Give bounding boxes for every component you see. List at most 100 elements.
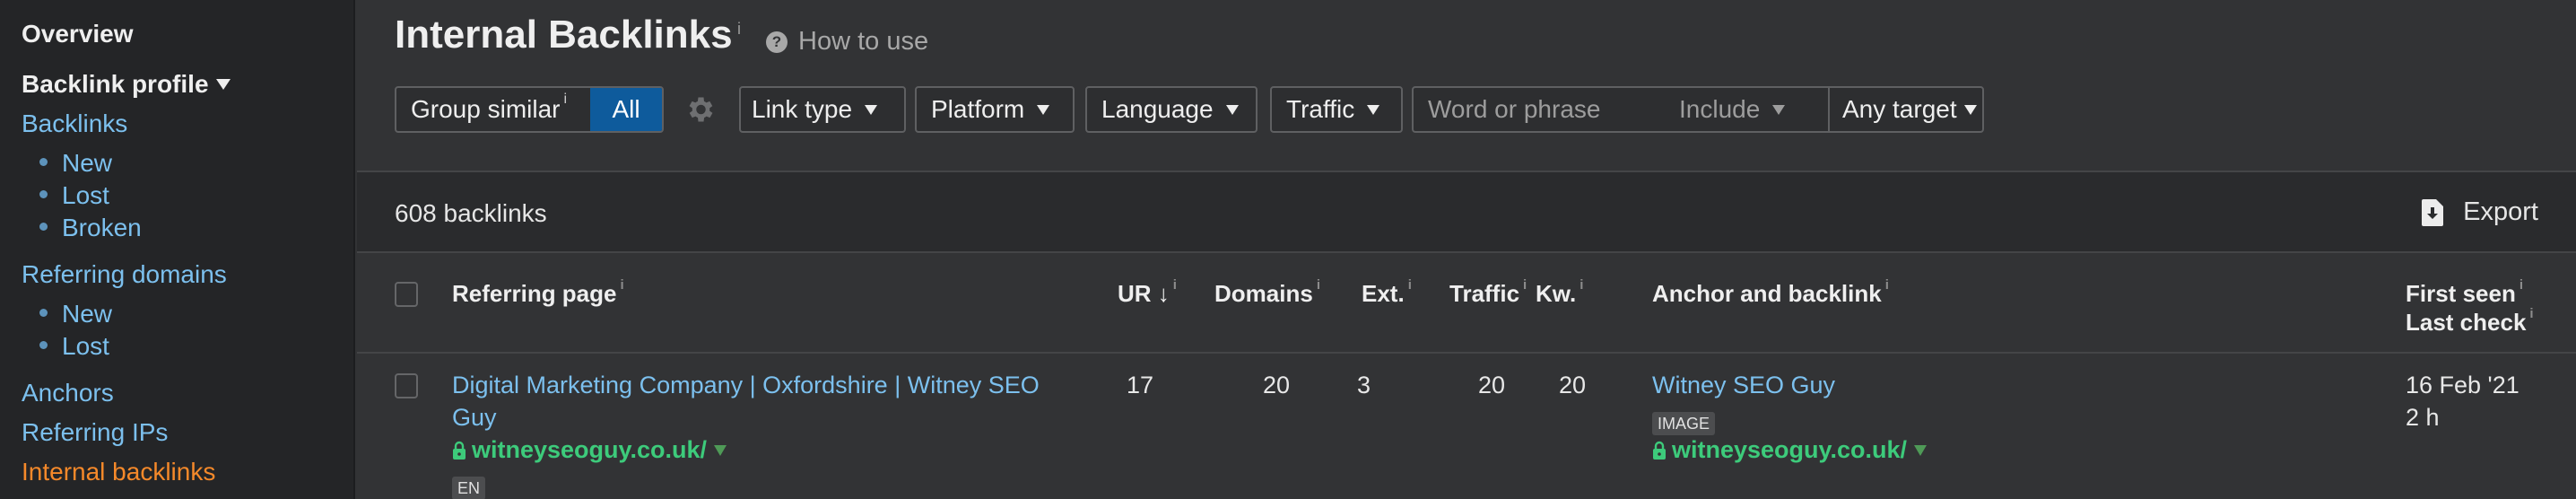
lock-icon xyxy=(1653,441,1666,460)
lock-icon xyxy=(453,441,466,460)
sidebar-item-backlinks-lost[interactable]: Lost xyxy=(39,181,109,210)
export-button[interactable]: Export xyxy=(2422,197,2538,227)
ext-value: 3 xyxy=(1356,372,1371,398)
question-icon: ? xyxy=(766,31,788,53)
info-icon[interactable]: i xyxy=(1523,277,1527,293)
sidebar-item-label: Broken xyxy=(62,214,142,241)
dropdown-label: Platform xyxy=(931,95,1025,123)
info-icon[interactable]: i xyxy=(1580,277,1583,293)
sidebar-item-anchors[interactable]: Anchors xyxy=(22,379,114,407)
info-icon[interactable]: i xyxy=(1317,277,1320,293)
caret-down-icon[interactable] xyxy=(714,444,727,456)
caret-down-icon[interactable] xyxy=(1914,444,1928,456)
caret-down-icon xyxy=(865,104,878,115)
bullet-icon xyxy=(39,223,48,232)
caret-down-icon xyxy=(1772,104,1786,115)
how-to-use-label: How to use xyxy=(798,27,929,56)
column-first-seen[interactable]: First seen i xyxy=(2406,277,2523,308)
group-similar-label: Group similar i xyxy=(411,91,568,123)
group-similar-all-button[interactable]: All xyxy=(590,88,662,131)
info-icon[interactable]: i xyxy=(1885,277,1889,293)
anchor-type-badge: IMAGE xyxy=(1652,407,1716,435)
results-bar: 608 backlinks Export xyxy=(357,171,2576,253)
download-file-icon xyxy=(2422,198,2444,226)
sidebar-item-internal-backlinks[interactable]: Internal backlinks xyxy=(22,458,215,486)
info-icon[interactable]: i xyxy=(1408,277,1412,293)
sidebar-item-label: New xyxy=(62,300,113,328)
bullet-icon xyxy=(39,341,48,350)
caret-down-icon xyxy=(1037,104,1050,115)
export-label: Export xyxy=(2463,197,2538,226)
info-icon[interactable]: i xyxy=(621,277,624,293)
column-domains[interactable]: Domains i xyxy=(1214,277,1320,308)
info-icon[interactable]: i xyxy=(2529,306,2533,321)
include-dropdown[interactable]: Include xyxy=(1679,95,1815,124)
bullet-icon xyxy=(39,158,48,167)
first-seen-value: 16 Feb '21 xyxy=(2406,372,2519,398)
group-similar-toggle[interactable]: Group similar i All xyxy=(395,86,664,133)
ur-value: 17 xyxy=(1126,372,1153,398)
sidebar: Overview Backlink profile Backlinks New … xyxy=(0,0,355,499)
dropdown-label: Link type xyxy=(752,95,853,123)
sidebar-item-label: Lost xyxy=(62,332,109,360)
search-filter: Word or phrase Include Any target xyxy=(1412,86,1984,133)
any-target-dropdown[interactable]: Any target xyxy=(1842,95,1977,124)
bullet-icon xyxy=(39,309,48,318)
select-all-checkbox[interactable] xyxy=(395,282,418,307)
caret-down-icon xyxy=(1367,104,1380,115)
info-icon[interactable]: i xyxy=(563,92,567,107)
gear-icon[interactable] xyxy=(683,93,716,126)
info-icon[interactable]: i xyxy=(1173,277,1177,293)
row-checkbox[interactable] xyxy=(395,373,418,398)
sidebar-item-referring-domains[interactable]: Referring domains xyxy=(22,260,227,289)
referring-page-title[interactable]: Digital Marketing Company | Oxfordshire … xyxy=(452,372,1040,399)
traffic-dropdown[interactable]: Traffic xyxy=(1270,86,1403,133)
kw-value[interactable]: 20 xyxy=(1514,372,1586,399)
bullet-icon xyxy=(39,190,48,199)
column-referring-page[interactable]: Referring page i xyxy=(452,277,624,308)
referring-page-url[interactable]: witneyseoguy.co.uk/ xyxy=(452,436,727,464)
column-ur[interactable]: UR ↓ i xyxy=(1118,277,1177,308)
language-badge: EN xyxy=(452,472,486,499)
table-row: Digital Marketing Company | Oxfordshire … xyxy=(357,354,2576,499)
traffic-value: 20 xyxy=(1477,372,1505,398)
anchor-text[interactable]: Witney SEO Guy xyxy=(1652,372,1835,399)
sidebar-item-overview[interactable]: Overview xyxy=(22,20,134,48)
caret-down-icon xyxy=(215,78,231,90)
sidebar-item-backlinks-broken[interactable]: Broken xyxy=(39,214,142,242)
dropdown-label: Include xyxy=(1679,95,1761,123)
url-text: witneyseoguy.co.uk/ xyxy=(472,436,708,463)
search-input[interactable]: Word or phrase xyxy=(1428,95,1679,124)
caret-down-icon xyxy=(1963,104,1977,115)
sidebar-item-refdomains-lost[interactable]: Lost xyxy=(39,332,109,361)
how-to-use-link[interactable]: ? How to use xyxy=(766,27,928,57)
sidebar-item-backlinks[interactable]: Backlinks xyxy=(22,109,127,138)
info-icon[interactable]: i xyxy=(2519,277,2523,293)
column-last-check[interactable]: Last check i xyxy=(2406,306,2534,337)
sidebar-item-label: Lost xyxy=(62,181,109,209)
domains-value[interactable]: 20 xyxy=(1218,372,1290,399)
last-check-value: 2 h xyxy=(2406,404,2440,431)
sidebar-section-label: Backlink profile xyxy=(22,70,209,98)
sidebar-item-label: New xyxy=(62,149,113,177)
backlink-url[interactable]: witneyseoguy.co.uk/ xyxy=(1652,436,1928,464)
column-kw[interactable]: Kw. i xyxy=(1536,277,1583,308)
dropdown-label: Traffic xyxy=(1286,95,1355,123)
column-anchor-and-backlink[interactable]: Anchor and backlink i xyxy=(1652,277,1889,308)
language-dropdown[interactable]: Language xyxy=(1085,86,1258,133)
sidebar-item-refdomains-new[interactable]: New xyxy=(39,300,112,328)
table-header: Referring page i UR ↓ i Domains i Ext. i Tra… xyxy=(357,253,2576,354)
column-traffic[interactable]: Traffic i xyxy=(1449,277,1527,308)
sidebar-item-backlinks-new[interactable]: New xyxy=(39,149,112,178)
sidebar-item-referring-ips[interactable]: Referring IPs xyxy=(22,418,168,447)
dropdown-label: Any target xyxy=(1842,95,1957,123)
page-title: Internal Backlinks xyxy=(395,13,733,57)
info-icon[interactable]: i xyxy=(737,20,741,39)
platform-dropdown[interactable]: Platform xyxy=(915,86,1075,133)
column-ext[interactable]: Ext. i xyxy=(1362,277,1412,308)
link-type-dropdown[interactable]: Link type xyxy=(739,86,906,133)
referring-page-title-cont[interactable]: Guy xyxy=(452,404,497,432)
caret-down-icon xyxy=(1225,104,1239,115)
sidebar-section-backlink-profile[interactable]: Backlink profile xyxy=(22,70,231,99)
sort-down-icon: ↓ xyxy=(1157,280,1170,307)
